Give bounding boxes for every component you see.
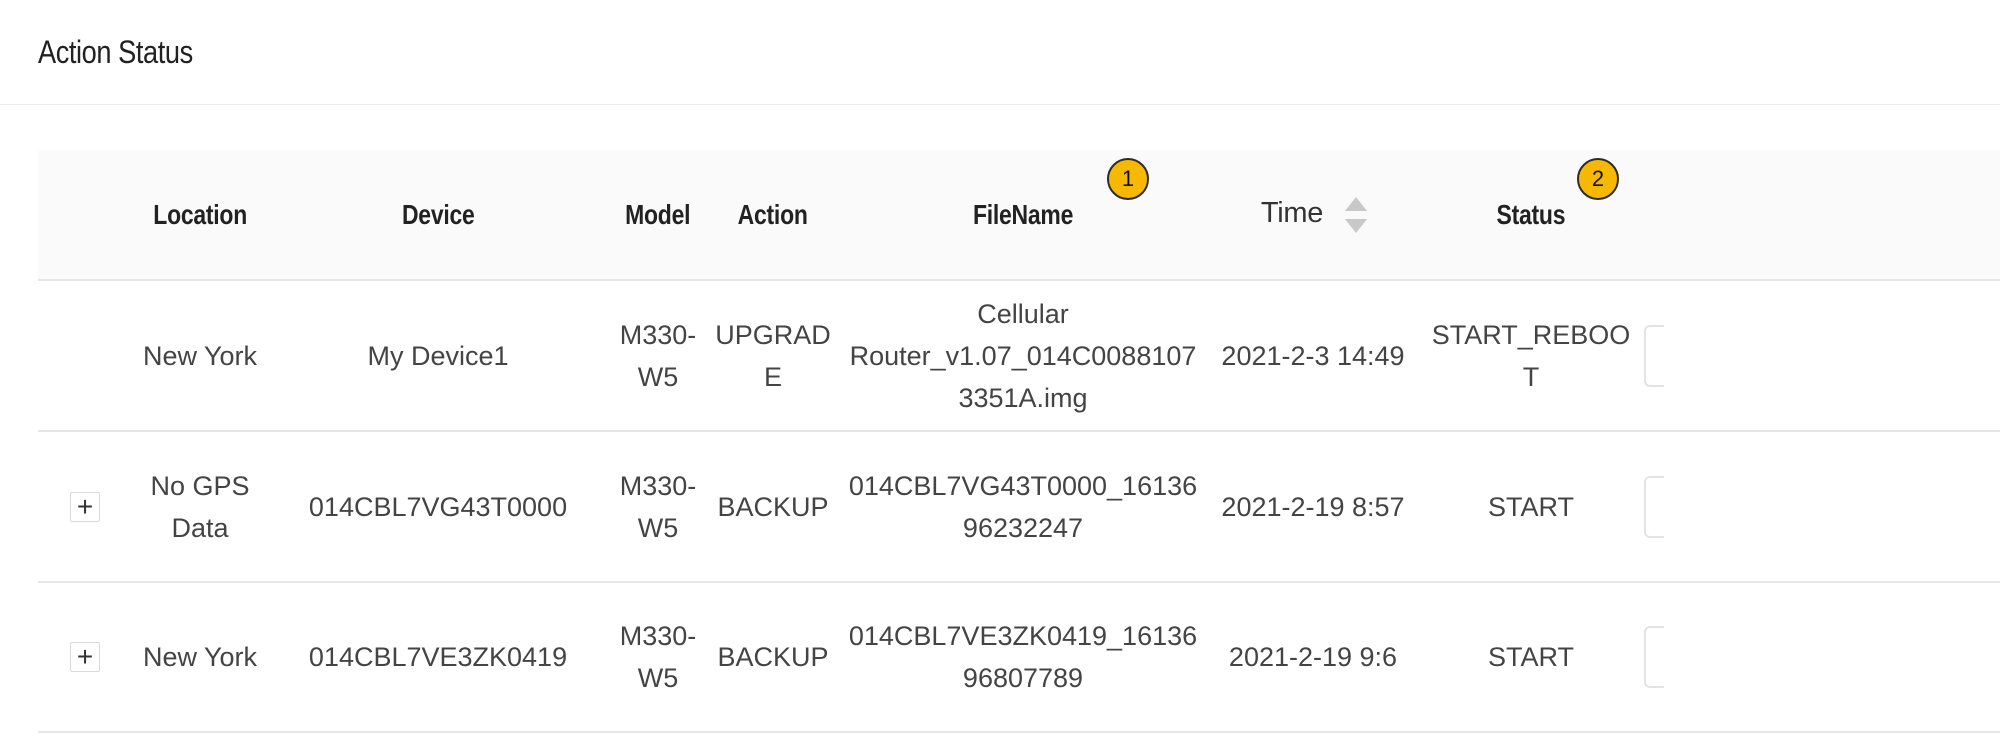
column-header-filename: FileName 1 xyxy=(838,150,1208,281)
cell-model: M330-W5 xyxy=(608,431,708,583)
sort-ascending-icon[interactable] xyxy=(1345,196,1368,211)
cell-actions xyxy=(1644,431,2000,583)
cell-action: BACKUP xyxy=(708,431,838,583)
cell-action: UPGRADE xyxy=(708,280,838,432)
cell-filename: 014CBL7VE3ZK0419_1613696807789 xyxy=(838,582,1208,733)
cell-location: New York xyxy=(132,582,268,733)
cell-time: 2021-2-19 8:57 xyxy=(1208,431,1418,583)
cell-location: New York xyxy=(132,280,268,432)
cell-time: 2021-2-19 9:6 xyxy=(1208,582,1418,733)
table-row[interactable]: + No GPS Data 014CBL7VG43T0000 M330-W5 BACKU… xyxy=(38,431,2000,583)
expand-cell: + xyxy=(38,431,132,583)
cell-status: START_REBOOT xyxy=(1418,280,1644,432)
cell-status: START xyxy=(1418,431,1644,583)
column-header-device: Device xyxy=(268,150,608,281)
expand-row-icon[interactable]: + xyxy=(70,491,100,522)
column-header-location: Location xyxy=(132,150,268,281)
row-action-button[interactable] xyxy=(1644,324,1664,387)
sort-icon[interactable] xyxy=(1345,195,1368,235)
column-header-model: Model xyxy=(608,150,708,281)
extra-column-header xyxy=(1644,150,2000,281)
sort-descending-icon[interactable] xyxy=(1345,218,1368,233)
action-status-table: Location Device Model Action FileName 1 … xyxy=(38,150,2000,733)
table-row[interactable]: + New York 014CBL7VE3ZK0419 M330-W5 BACKUP 01… xyxy=(38,582,2000,733)
column-header-action: Action xyxy=(708,150,838,281)
cell-filename: Cellular Router_v1.07_014C00881073351A.i… xyxy=(838,280,1208,432)
row-action-button[interactable] xyxy=(1644,626,1664,688)
cell-location: No GPS Data xyxy=(132,431,268,583)
cell-action: BACKUP xyxy=(708,582,838,733)
cell-time: 2021-2-3 14:49 xyxy=(1208,280,1418,432)
column-header-time[interactable]: Time xyxy=(1208,150,1418,281)
cell-actions xyxy=(1644,582,2000,733)
table-header: Location Device Model Action FileName 1 … xyxy=(38,150,2000,281)
annotation-badge-1: 1 xyxy=(1107,158,1149,200)
page-header: Action Status xyxy=(0,0,2000,105)
annotation-badge-2: 2 xyxy=(1577,158,1619,200)
cell-actions xyxy=(1644,280,2000,432)
cell-model: M330-W5 xyxy=(608,280,708,432)
column-header-status: Status 2 xyxy=(1418,150,1644,281)
expand-cell xyxy=(38,280,132,432)
expand-row-icon[interactable]: + xyxy=(70,642,100,672)
expand-cell: + xyxy=(38,582,132,733)
expand-column-header xyxy=(38,150,132,281)
table-body: New York My Device1 M330-W5 UPGRADE Cellular… xyxy=(38,280,2000,733)
row-action-button[interactable] xyxy=(1644,475,1664,538)
page-title: Action Status xyxy=(38,33,193,70)
cell-status: START xyxy=(1418,582,1644,733)
table-row[interactable]: New York My Device1 M330-W5 UPGRADE Cellular… xyxy=(38,280,2000,432)
cell-device: My Device1 xyxy=(268,280,608,432)
cell-device: 014CBL7VG43T0000 xyxy=(268,431,608,583)
cell-device: 014CBL7VE3ZK0419 xyxy=(268,582,608,733)
cell-filename: 014CBL7VG43T0000_1613696232247 xyxy=(838,431,1208,583)
cell-model: M330-W5 xyxy=(608,582,708,733)
